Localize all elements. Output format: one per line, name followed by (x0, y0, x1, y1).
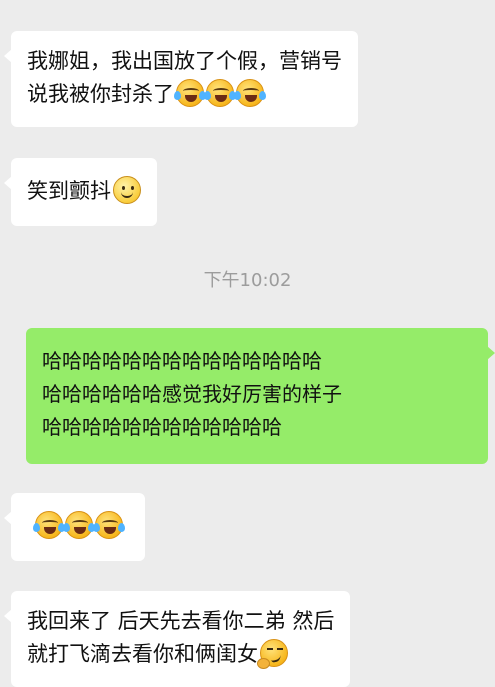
message-bubble-outgoing[interactable]: 哈哈哈哈哈哈哈哈哈哈哈哈哈哈 哈哈哈哈哈哈感觉我好厉害的样子 哈哈哈哈哈哈哈哈哈… (26, 328, 495, 464)
face-with-tears-of-joy-icon (234, 79, 266, 107)
message-text-line: 哈哈哈哈哈哈哈哈哈哈哈哈 (42, 415, 282, 439)
bubble-tail (4, 609, 12, 623)
smirking-face-icon (257, 639, 288, 669)
bubble-tail (4, 176, 12, 190)
message-bubble-incoming[interactable]: 我回来了 后天先去看你二弟 然后 就打飞滴去看你和俩闺女 (4, 591, 351, 687)
message-bubble-incoming[interactable] (4, 493, 145, 561)
message-text-line: 哈哈哈哈哈哈感觉我好厉害的样子 (42, 382, 342, 406)
face-with-tears-of-joy-icon (33, 511, 65, 539)
face-with-tears-of-joy-icon (204, 79, 236, 107)
face-with-tears-of-joy-icon (63, 511, 95, 539)
message-bubble-incoming[interactable]: 我娜姐，我出国放了个假，营销号 说我被你封杀了 (4, 31, 358, 127)
face-with-tears-of-joy-icon (93, 511, 125, 539)
bubble-tail (487, 346, 495, 360)
message-text-line: 就打飞滴去看你和俩闺女 (27, 638, 334, 671)
message-text-line: 哈哈哈哈哈哈哈哈哈哈哈哈哈哈 (42, 349, 322, 373)
bubble-tail (4, 49, 12, 63)
smiling-face-icon (113, 176, 141, 204)
message-text-line: 说我被你封杀了 (27, 78, 342, 111)
face-with-tears-of-joy-icon (174, 79, 206, 107)
message-text-line: 我娜姐，我出国放了个假，营销号 (27, 49, 342, 73)
bubble-tail (4, 511, 12, 525)
chat-timestamp: 下午10:02 (203, 270, 292, 291)
message-bubble-incoming[interactable]: 笑到颤抖 (4, 158, 157, 226)
message-emoji-line (33, 510, 125, 543)
message-text-line: 笑到颤抖 (27, 175, 141, 208)
message-text-line: 我回来了 后天先去看你二弟 然后 (27, 609, 335, 633)
